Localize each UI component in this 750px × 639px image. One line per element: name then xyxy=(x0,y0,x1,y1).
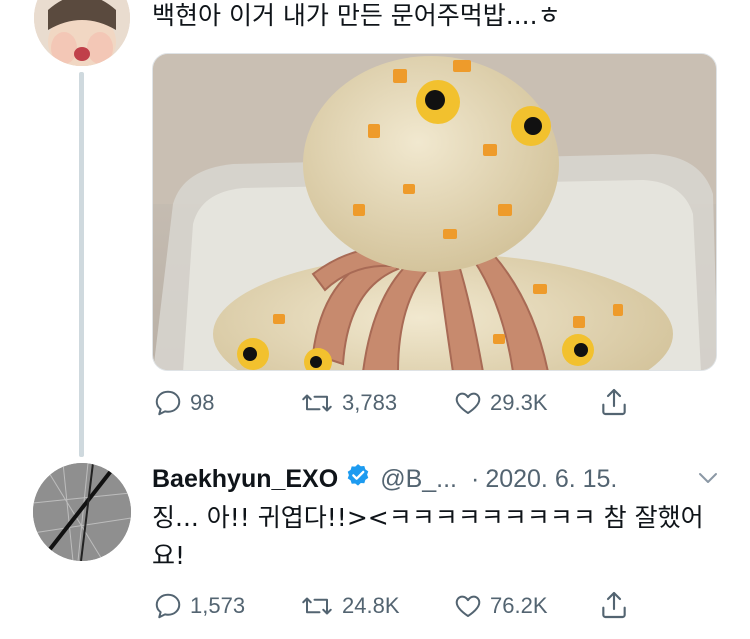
tweet-media-photo[interactable] xyxy=(152,53,717,371)
like-count: 76.2K xyxy=(490,593,548,618)
tweet-header: Baekhyun_EXO @B_... · 2020. 6. 15. xyxy=(152,462,617,496)
tweet-text: 백현아 이거 내가 만든 문어주먹밥....ㅎ xyxy=(152,1,561,30)
separator-dot: · xyxy=(470,464,480,493)
like-button[interactable]: 29.3K xyxy=(452,388,548,418)
share-icon xyxy=(602,388,626,416)
display-name[interactable]: Baekhyun_EXO xyxy=(152,465,338,494)
share-button[interactable] xyxy=(598,386,630,418)
user-handle[interactable]: @B_... xyxy=(380,465,457,494)
share-icon xyxy=(602,591,626,619)
reply-icon xyxy=(155,390,181,416)
user-avatar-image xyxy=(34,0,130,66)
verified-badge-icon xyxy=(344,462,372,497)
thread-connector-line xyxy=(79,72,84,457)
like-button[interactable]: 76.2K xyxy=(452,591,548,621)
retweet-icon xyxy=(302,394,332,412)
retweet-button[interactable]: 24.8K xyxy=(298,591,400,621)
retweet-button[interactable]: 3,783 xyxy=(298,388,397,418)
tweet-date[interactable]: 2020. 6. 15. xyxy=(485,465,617,494)
reply-button[interactable]: 98 xyxy=(152,388,214,418)
octopus-rice-ball-photo xyxy=(153,54,716,370)
retweet-count: 3,783 xyxy=(342,390,398,415)
reply-count: 98 xyxy=(190,390,215,415)
tweet-text: 징... 아!! 귀엽다!!><ㅋㅋㅋㅋㅋㅋㅋㅋㅋ 참 잘했어요! xyxy=(152,503,704,570)
share-button[interactable] xyxy=(598,589,630,621)
avatar[interactable] xyxy=(33,463,131,561)
retweet-icon xyxy=(302,597,332,615)
heart-icon xyxy=(455,392,481,414)
reply-button[interactable]: 1,573 xyxy=(152,591,245,621)
user-avatar-image xyxy=(33,463,131,561)
heart-icon xyxy=(455,595,481,617)
chevron-down-icon xyxy=(699,473,717,483)
reply-icon xyxy=(155,593,181,619)
more-options-button[interactable] xyxy=(696,468,720,493)
retweet-count: 24.8K xyxy=(342,593,400,618)
like-count: 29.3K xyxy=(490,390,548,415)
avatar[interactable] xyxy=(34,0,130,66)
reply-count: 1,573 xyxy=(190,593,246,618)
